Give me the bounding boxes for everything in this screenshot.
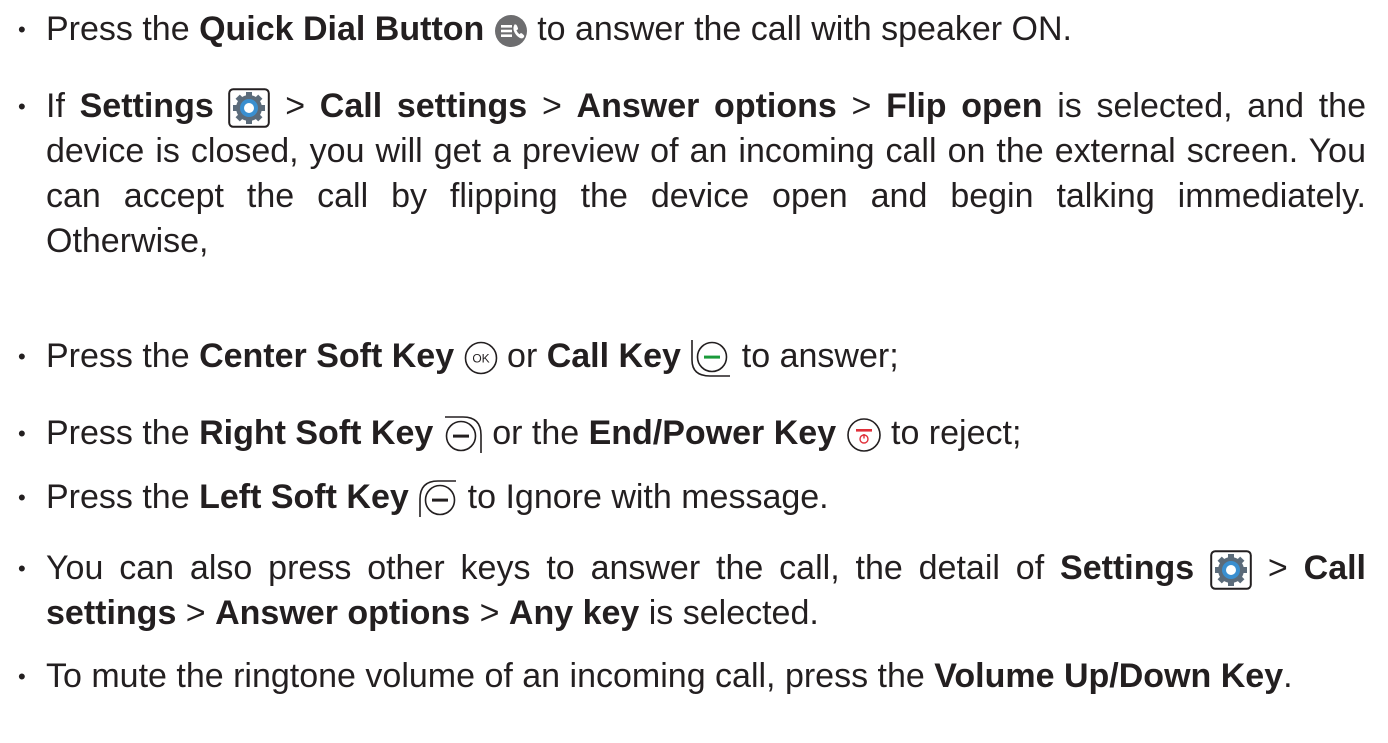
text: to Ignore with message. bbox=[458, 478, 829, 516]
bold-term: End/Power Key bbox=[588, 414, 837, 452]
text: > bbox=[176, 594, 216, 632]
bullet: • bbox=[18, 94, 26, 119]
quick-dial-button-icon bbox=[494, 14, 528, 48]
bold-term: Answer options bbox=[215, 594, 471, 632]
text: is selected. bbox=[639, 594, 819, 632]
text: > bbox=[527, 87, 577, 125]
text: Press the bbox=[46, 10, 200, 48]
text: > bbox=[836, 87, 887, 125]
list-item-flip-open: • If Settings > Call settings > Answer o… bbox=[0, 84, 1388, 264]
text: Press the bbox=[46, 478, 200, 516]
bold-term: Call settings bbox=[319, 87, 528, 125]
text: > bbox=[470, 594, 509, 632]
bullet: • bbox=[18, 421, 26, 446]
bold-term: Answer options bbox=[576, 87, 837, 125]
ok-label: OK bbox=[472, 352, 489, 366]
bullet: • bbox=[18, 17, 26, 42]
list-item-any-key: • You can also press other keys to answe… bbox=[0, 546, 1388, 636]
bold-term: Settings bbox=[79, 87, 214, 125]
list-item-answer-keys: • Press the Center Soft Key OK or Call K… bbox=[0, 334, 1388, 379]
text: Press the bbox=[46, 414, 200, 452]
bullet: • bbox=[18, 485, 26, 510]
text: . bbox=[1283, 657, 1293, 695]
left-soft-key-icon bbox=[418, 479, 458, 519]
call-key-icon bbox=[690, 338, 732, 378]
bold-term: Quick Dial Button bbox=[199, 10, 485, 48]
text: > bbox=[270, 87, 320, 125]
bold-term: Any key bbox=[508, 594, 640, 632]
end-power-key-icon bbox=[846, 417, 882, 453]
manual-page: • Press the Quick Dial Button to answer … bbox=[0, 0, 1388, 743]
bold-term: Right Soft Key bbox=[199, 414, 434, 452]
bold-term: Settings bbox=[1060, 549, 1195, 587]
settings-gear-icon bbox=[228, 88, 271, 128]
text: to reject; bbox=[881, 414, 1022, 452]
list-item-left-soft-key: • Press the Left Soft Key to Ignore with… bbox=[0, 475, 1388, 520]
right-soft-key-icon bbox=[443, 415, 483, 455]
bold-term: Volume Up/Down Key bbox=[934, 657, 1284, 695]
text: To mute the ringtone volume of an incomi… bbox=[46, 657, 935, 695]
text: or bbox=[497, 337, 547, 375]
bold-term: Center Soft Key bbox=[199, 337, 455, 375]
text: > bbox=[1252, 549, 1304, 587]
bullet: • bbox=[18, 556, 26, 581]
settings-gear-icon bbox=[1210, 550, 1252, 590]
list-item-mute-ringtone: • To mute the ringtone volume of an inco… bbox=[0, 654, 1388, 699]
text: or the bbox=[482, 414, 589, 452]
bold-term: Call Key bbox=[546, 337, 681, 375]
text: If bbox=[46, 87, 80, 125]
text: to answer; bbox=[732, 337, 899, 375]
bold-term: Flip open bbox=[886, 87, 1043, 125]
text: You can also press other keys to answer … bbox=[46, 549, 1061, 587]
bullet: • bbox=[18, 344, 26, 369]
text: Press the bbox=[46, 337, 200, 375]
center-soft-key-ok-icon: OK bbox=[464, 341, 498, 375]
list-item-quick-dial: • Press the Quick Dial Button to answer … bbox=[0, 7, 1388, 52]
text: to answer the call with speaker ON. bbox=[527, 10, 1072, 48]
list-item-reject-keys: • Press the Right Soft Key or the End/Po… bbox=[0, 411, 1388, 456]
bullet: • bbox=[18, 664, 26, 689]
bold-term: Left Soft Key bbox=[199, 478, 409, 516]
